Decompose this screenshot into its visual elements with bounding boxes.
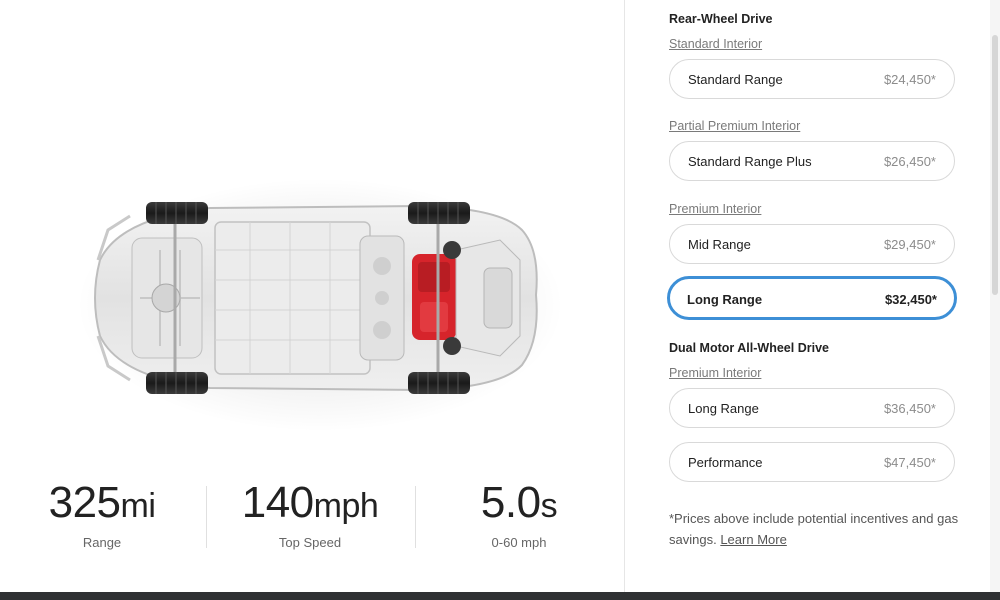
spec-top-speed: 140mph Top Speed [215,478,405,550]
spec-acceleration-label: 0-60 mph [491,535,547,550]
spec-acceleration: 5.0s 0-60 mph [424,478,614,550]
spec-range-label: Range [82,535,122,550]
trim-option-standard-range-plus[interactable]: Standard Range Plus $26,450* [669,141,955,181]
trim-selector-pane: Rear-Wheel Drive Standard Interior Stand… [625,0,990,592]
interior-link-standard[interactable]: Standard Interior [669,37,762,51]
trim-price: $24,450* [883,72,936,87]
trim-price: $32,450* [884,292,937,307]
chassis-illustration [94,202,538,394]
trim-price: $36,450* [883,401,936,416]
spec-top-speed-value: 140mph [241,478,379,527]
interior-link-premium-awd[interactable]: Premium Interior [669,366,761,380]
trim-option-mid-range[interactable]: Mid Range $29,450* [669,224,955,264]
spec-range-value: 325mi [48,478,156,527]
spec-divider [206,486,207,548]
trim-name: Long Range [687,292,763,307]
interior-link-premium[interactable]: Premium Interior [669,202,761,216]
bottom-bar [0,592,1000,600]
spec-top-speed-label: Top Speed [278,535,342,550]
car-chassis-image [60,150,580,450]
interior-link-partial-premium[interactable]: Partial Premium Interior [669,119,800,133]
trim-option-performance[interactable]: Performance $47,450* [669,442,955,482]
trim-name: Standard Range [688,72,783,87]
group-title-rwd: Rear-Wheel Drive [669,12,773,26]
learn-more-link[interactable]: Learn More [720,532,786,547]
spec-summary: 325mi Range 140mph Top Speed 5.0s 0-60 m… [0,478,624,558]
scrollbar-thumb[interactable] [992,35,998,295]
scrollbar[interactable] [990,0,1000,592]
spec-range: 325mi Range [7,478,197,550]
trim-option-long-range-awd[interactable]: Long Range $36,450* [669,388,955,428]
trim-name: Mid Range [688,237,751,252]
spec-acceleration-value: 5.0s [480,478,558,527]
group-title-awd: Dual Motor All-Wheel Drive [669,341,829,355]
trim-name: Long Range [688,401,759,416]
trim-price: $29,450* [883,237,936,252]
vehicle-preview-pane: 325mi Range 140mph Top Speed 5.0s 0-60 m… [0,0,624,592]
pricing-footnote: *Prices above include potential incentiv… [669,508,959,550]
trim-name: Performance [688,455,763,470]
trim-price: $47,450* [883,455,936,470]
trim-price: $26,450* [883,154,936,169]
spec-divider [415,486,416,548]
footnote-text: *Prices above include potential incentiv… [669,511,959,547]
trim-name: Standard Range Plus [688,154,812,169]
trim-option-long-range-rwd[interactable]: Long Range $32,450* [667,276,957,320]
trim-option-standard-range[interactable]: Standard Range $24,450* [669,59,955,99]
